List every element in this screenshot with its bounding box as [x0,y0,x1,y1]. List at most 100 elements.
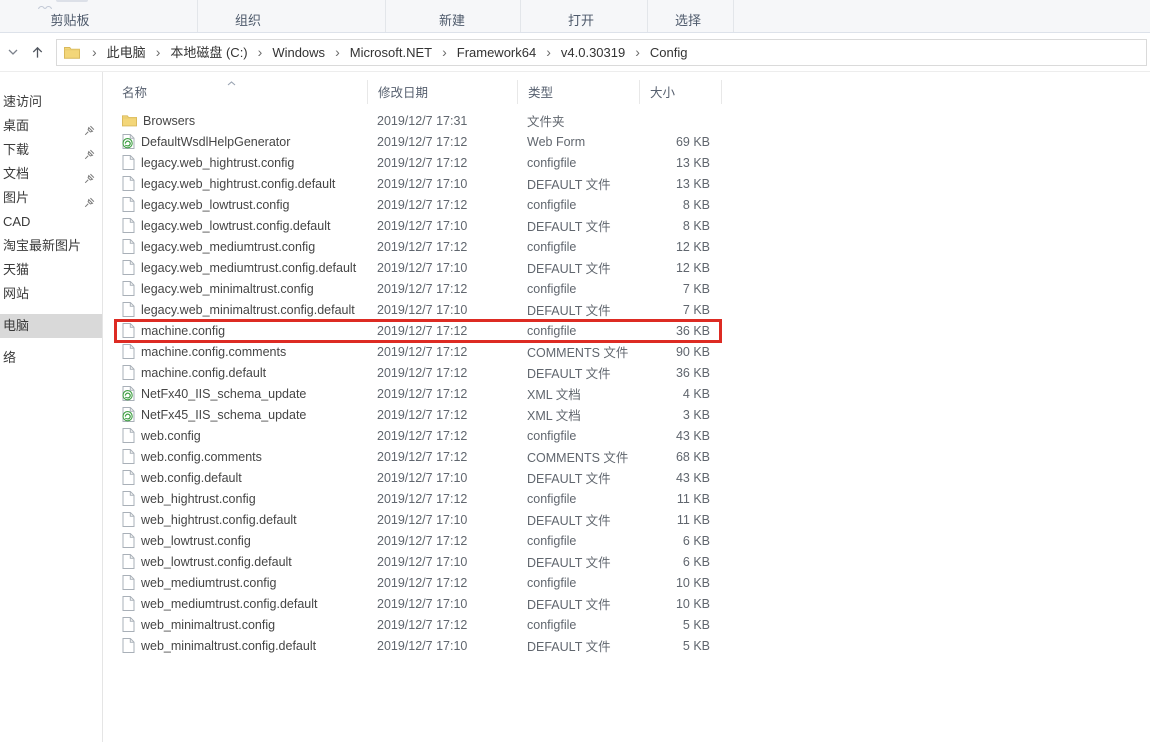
page-icon [122,281,135,296]
file-row[interactable]: legacy.web_hightrust.config.default2019/… [114,173,722,194]
file-row[interactable]: machine.config.default2019/12/7 17:12DEF… [114,362,722,383]
file-row[interactable]: web_hightrust.config.default2019/12/7 17… [114,509,722,530]
sidebar-item[interactable]: 天猫 [0,258,102,282]
file-row[interactable]: web_lowtrust.config.default2019/12/7 17:… [114,551,722,572]
column-header-type[interactable]: 类型 [517,80,639,104]
file-name: legacy.web_minimaltrust.config [141,282,314,296]
date-modified-cell: 2019/12/7 17:10 [367,219,517,233]
file-name-cell: web_minimaltrust.config [114,617,367,632]
sidebar-item[interactable]: 淘宝最新图片 [0,234,102,258]
ribbon-group-label: 打开 [568,10,594,29]
clipped-button-text [56,0,88,2]
file-row[interactable]: web.config2019/12/7 17:12configfile43 KB [114,425,722,446]
file-name-cell: NetFx40_IIS_schema_update [114,386,367,401]
chevron-right-icon[interactable]: › [248,44,273,60]
file-name: web_lowtrust.config [141,534,251,548]
file-name: web.config.default [141,471,242,485]
ribbon-group-label: 组织 [235,10,261,29]
breadcrumb-item[interactable]: 此电脑 [107,45,146,60]
file-row[interactable]: web.config.default2019/12/7 17:10DEFAULT… [114,467,722,488]
sidebar-item[interactable]: 电脑 [0,314,102,338]
file-row[interactable]: Browsers2019/12/7 17:31文件夹 [114,110,722,131]
column-header-name[interactable]: 名称 [114,80,367,104]
breadcrumb-item[interactable]: Config [650,45,688,60]
file-row[interactable]: legacy.web_mediumtrust.config2019/12/7 1… [114,236,722,257]
file-size-cell: 5 KB [639,639,722,653]
chevron-right-icon[interactable]: › [432,44,457,60]
file-row[interactable]: DefaultWsdlHelpGenerator2019/12/7 17:12W… [114,131,722,152]
file-row[interactable]: web.config.comments2019/12/7 17:12COMMEN… [114,446,722,467]
file-row[interactable]: machine.config.comments2019/12/7 17:12CO… [114,341,722,362]
file-type-cell: configfile [517,240,639,254]
file-type-cell: XML 文档 [517,405,639,424]
page-green-icon [122,134,135,149]
date-modified-cell: 2019/12/7 17:12 [367,345,517,359]
file-row[interactable]: web_lowtrust.config2019/12/7 17:12config… [114,530,722,551]
up-button[interactable] [24,39,50,65]
file-row[interactable]: web_mediumtrust.config2019/12/7 17:12con… [114,572,722,593]
file-size-cell: 11 KB [639,492,722,506]
file-row[interactable]: web_hightrust.config2019/12/7 17:12confi… [114,488,722,509]
file-name: legacy.web_minimaltrust.config.default [141,303,355,317]
file-type-cell: XML 文档 [517,384,639,403]
sidebar-item[interactable]: 桌面 [0,114,102,138]
breadcrumb-item[interactable]: Microsoft.NET [350,45,432,60]
file-name: web_minimaltrust.config [141,618,275,632]
chevron-right-icon[interactable]: › [625,44,650,60]
file-name-cell: DefaultWsdlHelpGenerator [114,134,367,149]
file-list-pane: 名称 修改日期 类型 大小 Browsers2019/12/7 17:31文件夹… [103,72,1150,742]
file-row[interactable]: legacy.web_minimaltrust.config2019/12/7 … [114,278,722,299]
file-size-cell: 8 KB [639,198,722,212]
date-modified-cell: 2019/12/7 17:12 [367,534,517,548]
file-row[interactable]: legacy.web_lowtrust.config2019/12/7 17:1… [114,194,722,215]
page-icon [122,554,135,569]
chevron-right-icon[interactable]: › [82,44,107,60]
file-type-cell: DEFAULT 文件 [517,636,639,655]
chevron-right-icon[interactable]: › [325,44,350,60]
sidebar-item[interactable]: 文档 [0,162,102,186]
file-name: web.config.comments [141,450,262,464]
column-header-size[interactable]: 大小 [639,80,722,104]
file-row[interactable]: NetFx40_IIS_schema_update2019/12/7 17:12… [114,383,722,404]
file-size-cell: 11 KB [639,513,722,527]
file-row[interactable]: legacy.web_minimaltrust.config.default20… [114,299,722,320]
file-row[interactable]: web_mediumtrust.config.default2019/12/7 … [114,593,722,614]
file-name-cell: legacy.web_lowtrust.config.default [114,218,367,233]
chevron-right-icon[interactable]: › [536,44,561,60]
breadcrumb-item[interactable]: Windows [272,45,325,60]
file-row[interactable]: legacy.web_lowtrust.config.default2019/1… [114,215,722,236]
file-row-highlighted[interactable]: machine.config2019/12/7 17:12configfile3… [114,320,722,341]
file-row[interactable]: NetFx45_IIS_schema_update2019/12/7 17:12… [114,404,722,425]
address-input[interactable]: ›此电脑›本地磁盘 (C:)›Windows›Microsoft.NET›Fra… [56,39,1147,66]
file-size-cell: 12 KB [639,240,722,254]
file-row[interactable]: web_minimaltrust.config2019/12/7 17:12co… [114,614,722,635]
file-row[interactable]: legacy.web_mediumtrust.config.default201… [114,257,722,278]
file-size-cell: 8 KB [639,219,722,233]
page-icon [122,323,135,338]
sidebar-item[interactable]: 络 [0,346,102,370]
recent-locations-dropdown[interactable] [2,39,24,65]
ribbon-bar: 剪贴板组织新建打开选择 [0,0,1150,33]
breadcrumb-item[interactable]: 本地磁盘 (C:) [170,45,247,60]
sidebar-item[interactable]: 网站 [0,282,102,306]
file-name-cell: Browsers [114,114,367,128]
column-header-date-modified[interactable]: 修改日期 [367,80,517,104]
sidebar-item[interactable]: 图片 [0,186,102,210]
navigation-pane: 速访问桌面下载文档图片CAD淘宝最新图片天猫网站电脑络 [0,72,103,742]
breadcrumb-item[interactable]: Framework64 [457,45,536,60]
file-row[interactable]: web_minimaltrust.config.default2019/12/7… [114,635,722,656]
sidebar-item[interactable]: 下载 [0,138,102,162]
clipped-ribbon-button[interactable] [38,0,100,9]
sidebar-item[interactable]: CAD [0,210,102,234]
date-modified-cell: 2019/12/7 17:12 [367,387,517,401]
chevron-right-icon[interactable]: › [146,44,171,60]
file-name: web_hightrust.config [141,492,256,506]
ribbon-group-divider [733,0,734,32]
date-modified-cell: 2019/12/7 17:12 [367,492,517,506]
file-type-cell: DEFAULT 文件 [517,363,639,382]
page-icon [122,197,135,212]
breadcrumb-item[interactable]: v4.0.30319 [561,45,625,60]
sidebar-item[interactable]: 速访问 [0,90,102,114]
file-name-cell: legacy.web_lowtrust.config [114,197,367,212]
file-row[interactable]: legacy.web_hightrust.config2019/12/7 17:… [114,152,722,173]
